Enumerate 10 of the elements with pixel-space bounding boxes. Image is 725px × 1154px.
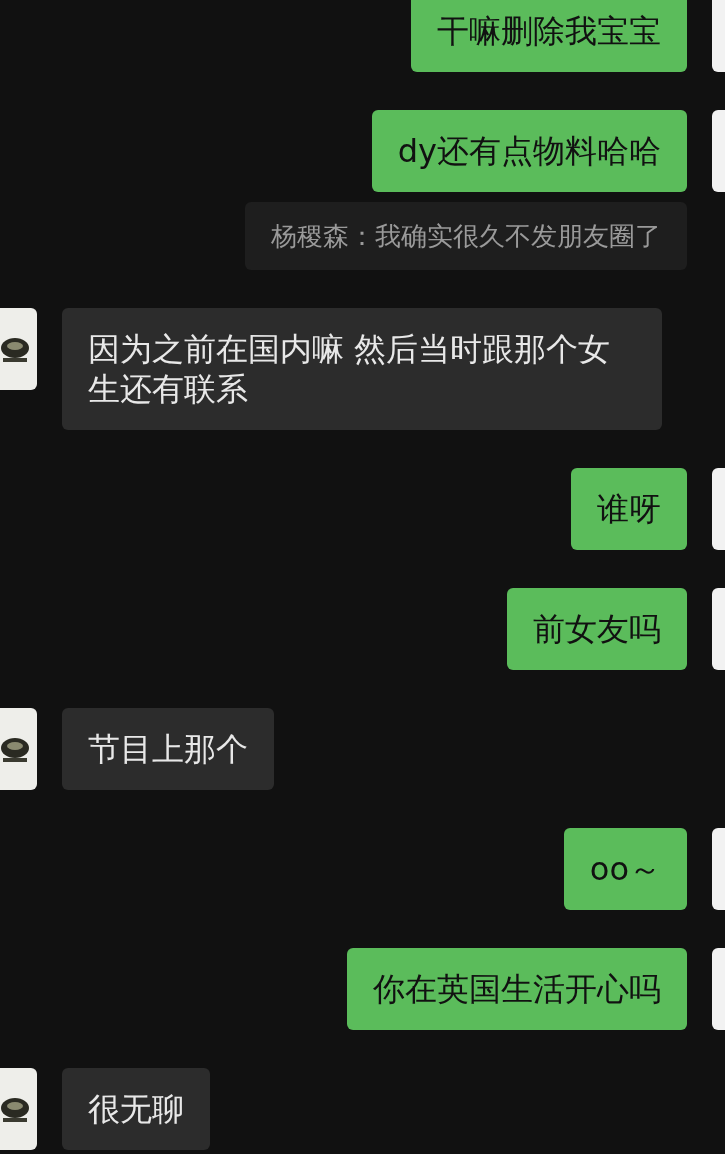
message-bubble: 前女友吗: [507, 588, 687, 670]
message-bubble: 很无聊: [62, 1068, 210, 1150]
message-bubble: oo～: [563, 828, 687, 910]
message-bubble: 因为之前在国内嘛 然后当时跟那个女生还有联系: [62, 308, 662, 430]
quoted-message: 杨稷森：我确实很久不发朋友圈了: [245, 202, 687, 270]
message-bubble: 节目上那个: [62, 708, 274, 790]
message-bubble: 干嘛删除我宝宝: [411, 0, 687, 72]
message-bubble: dy还有点物料哈哈: [371, 110, 687, 192]
message-bubble: 你在英国生活开心吗: [347, 948, 687, 1030]
message-bubble: 谁呀: [571, 468, 687, 550]
